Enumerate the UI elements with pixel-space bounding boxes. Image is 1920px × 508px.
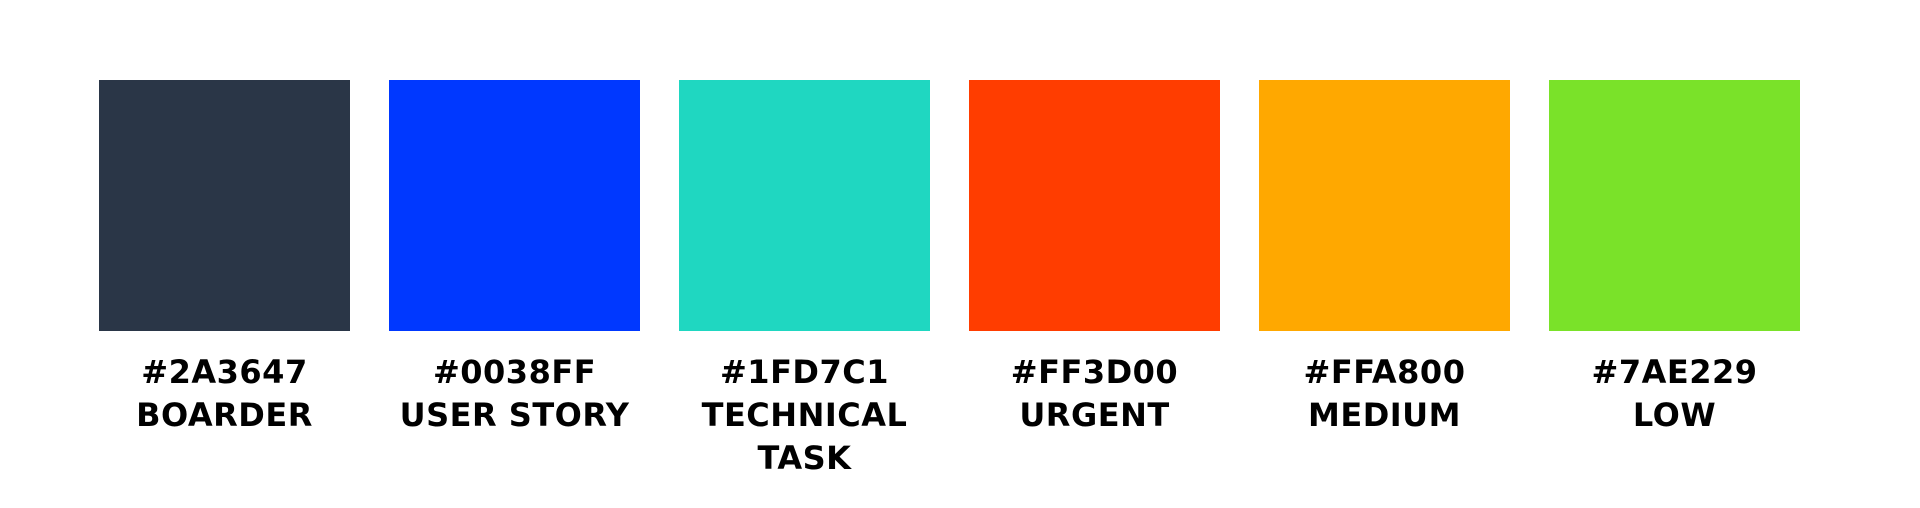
swatch-card-low: #7AE229 LOW xyxy=(1549,80,1800,437)
color-label: BOARDER xyxy=(136,396,313,434)
color-label: TECHNICAL TASK xyxy=(701,396,908,477)
swatch-card-boarder: #2A3647 BOARDER xyxy=(99,80,350,437)
color-swatch xyxy=(389,80,640,331)
color-label: USER STORY xyxy=(399,396,630,434)
hex-code: #0038FF xyxy=(432,353,597,391)
swatch-caption: #0038FF USER STORY xyxy=(389,351,640,437)
color-palette: #2A3647 BOARDER #0038FF USER STORY #1FD7… xyxy=(0,0,1920,508)
swatch-caption: #7AE229 LOW xyxy=(1549,351,1800,437)
swatch-caption: #FF3D00 URGENT xyxy=(969,351,1220,437)
color-swatch xyxy=(1549,80,1800,331)
color-label: MEDIUM xyxy=(1308,396,1461,434)
color-label: LOW xyxy=(1632,396,1717,434)
swatch-card-urgent: #FF3D00 URGENT xyxy=(969,80,1220,437)
hex-code: #1FD7C1 xyxy=(719,353,889,391)
hex-code: #FF3D00 xyxy=(1010,353,1179,391)
swatch-caption: #1FD7C1 TECHNICAL TASK xyxy=(679,351,930,480)
hex-code: #7AE229 xyxy=(1591,353,1758,391)
color-swatch xyxy=(1259,80,1510,331)
color-label: URGENT xyxy=(1019,396,1170,434)
color-swatch xyxy=(679,80,930,331)
swatch-caption: #2A3647 BOARDER xyxy=(99,351,350,437)
swatch-card-user-story: #0038FF USER STORY xyxy=(389,80,640,437)
swatch-card-medium: #FFA800 MEDIUM xyxy=(1259,80,1510,437)
swatch-card-technical-task: #1FD7C1 TECHNICAL TASK xyxy=(679,80,930,480)
swatch-caption: #FFA800 MEDIUM xyxy=(1259,351,1510,437)
color-swatch xyxy=(99,80,350,331)
hex-code: #FFA800 xyxy=(1303,353,1466,391)
color-swatch xyxy=(969,80,1220,331)
hex-code: #2A3647 xyxy=(141,353,308,391)
